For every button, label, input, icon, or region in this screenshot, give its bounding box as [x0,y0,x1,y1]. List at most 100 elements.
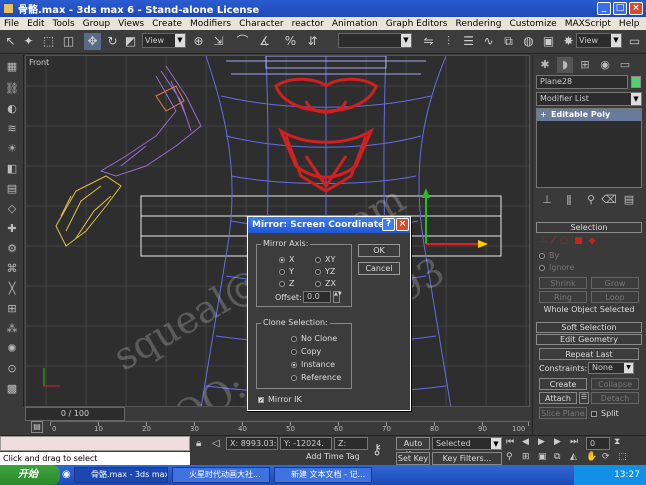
previous-frame-icon[interactable]: ◀ [522,437,529,447]
menu-file[interactable]: File [0,19,23,29]
grow-button[interactable]: Grow [591,277,639,289]
maxscript-listener[interactable] [0,436,190,451]
modifier-icon[interactable]: ⌘ [4,261,20,277]
next-frame-icon[interactable]: ▶ [554,437,561,447]
dialog-close-button[interactable]: × [396,218,409,231]
vertex-icon[interactable]: ∴ [541,236,547,248]
instance-radio[interactable]: Instance [291,360,335,369]
select-manipulate-icon[interactable]: ⇲ [210,33,227,50]
reactor-icon[interactable]: ⊙ [4,361,20,377]
auto-key-button[interactable]: Auto Key [396,437,430,459]
show-end-result-icon[interactable]: ǁ [561,192,577,208]
close-button[interactable]: × [629,2,643,15]
object-icon[interactable]: ▦ [4,59,20,75]
polygon-icon[interactable]: ■ [574,236,583,248]
spinner-snap-icon[interactable]: ⇵ [304,33,321,50]
loop-button[interactable]: Loop [591,291,639,303]
helper-icon[interactable]: ✚ [4,221,20,237]
window-crossing-icon[interactable]: ◫ [60,33,77,50]
current-frame-field[interactable]: 0 [586,437,610,450]
menu-group[interactable]: Group [79,19,114,29]
ok-button[interactable]: OK [358,244,400,257]
coord-y-field[interactable]: Y: -12024. [280,437,332,450]
add-time-tag[interactable]: Add Time Tag [306,452,360,461]
display-tab-icon[interactable]: ▭ [617,57,633,73]
arc-rotate-icon[interactable]: ⟳ [602,452,610,462]
menu-help[interactable]: Help [615,19,644,29]
menu-modifiers[interactable]: Modifiers [186,19,235,29]
material-editor-icon[interactable]: ◍ [520,33,537,50]
object-name-field[interactable]: Plane28 [536,75,628,89]
quick-render-icon[interactable]: ✸ [560,33,577,50]
mirror-ik-checkbox[interactable]: ✓ Mirror IK [258,395,302,404]
create-button[interactable]: Create [539,378,587,390]
edge-icon[interactable]: ⁄ [553,236,555,248]
viewport-label[interactable]: Front [29,58,49,67]
axis-z-radio[interactable]: Z [279,279,294,288]
field-of-view-icon[interactable]: ◭ [570,452,577,462]
play-icon[interactable]: ▶ [538,437,545,447]
link-icon[interactable]: ⛓ [4,81,20,97]
bone-icon[interactable]: ╳ [4,281,20,297]
plugin-icon[interactable]: ▩ [4,381,20,397]
help-button[interactable]: ? [382,218,395,231]
angle-snap-icon[interactable]: ∡ [256,33,273,50]
reference-coordinate-dropdown[interactable]: View ▼ [142,33,186,48]
axis-yz-radio[interactable]: YZ [315,267,335,276]
key-filters-button[interactable]: Key Filters... [432,452,502,465]
attach-button[interactable]: Attach [539,392,577,404]
select-rotate-icon[interactable]: ↻ [104,33,121,50]
lock-icon[interactable]: 🔒︎ [196,438,201,449]
configure-sets-icon[interactable]: ▤ [621,192,637,208]
zoom-extents-all-icon[interactable]: ⧉ [554,452,560,462]
task-browser[interactable]: 火星时代动画大社... [172,467,270,483]
by-vertex-checkbox[interactable]: By [539,251,559,260]
constraints-dropdown[interactable]: None ▼ [588,362,634,374]
zoom-extents-icon[interactable]: ▣ [538,452,547,462]
hierarchy-tab-icon[interactable]: ⊞ [577,57,593,73]
set-key-button[interactable]: Set Key [396,452,430,465]
select-arrow-icon[interactable]: ↖ [2,33,19,50]
motion-tab-icon[interactable]: ◉ [597,57,613,73]
maximize-button[interactable]: □ [613,2,627,15]
axis-xy-radio[interactable]: XY [315,255,335,264]
menu-tools[interactable]: Tools [49,19,79,29]
layer-manager-icon[interactable]: ☰ [460,33,477,50]
menu-animation[interactable]: Animation [328,19,382,29]
make-unique-icon[interactable]: ⚲ [583,192,599,208]
split-checkbox[interactable]: Split [591,409,619,418]
bind-space-warp-icon[interactable]: ≋ [4,121,20,137]
repeat-last-button[interactable]: Repeat Last [539,348,639,360]
maximize-viewport-icon[interactable]: ⬚ [618,452,627,462]
attach-list-icon[interactable]: ☰ [579,392,589,404]
mini-curve-icon[interactable]: ▤ [31,421,43,433]
unlink-icon[interactable]: ◐ [4,101,20,117]
stack-item-editable-poly[interactable]: Editable Poly [537,109,641,121]
percent-snap-icon[interactable]: % [282,33,299,50]
render-scene-icon[interactable]: ▣ [540,33,557,50]
time-slider[interactable]: 0 / 100 [25,407,125,421]
zoom-icon[interactable]: ⚲ [506,452,513,462]
render-last-icon[interactable]: ▭ [626,33,643,50]
menu-rendering[interactable]: Rendering [452,19,506,29]
rollout-edit-geometry[interactable]: Edit Geometry [536,334,642,345]
menu-maxscript[interactable]: MAXScript [561,19,615,29]
slice-plane-button[interactable]: Slice Plane [539,407,587,419]
ring-button[interactable]: Ring [539,291,587,303]
grid-icon[interactable]: ⊞ [4,301,20,317]
light-icon[interactable]: ☀ [4,141,20,157]
coord-z-field[interactable]: Z: -10841. [334,437,368,450]
axis-y-radio[interactable]: Y [279,267,294,276]
go-to-start-icon[interactable]: ⏮ [506,437,514,447]
particle-icon[interactable]: ⁂ [4,321,20,337]
go-to-end-icon[interactable]: ⏭ [570,437,578,447]
shape-icon[interactable]: ◇ [4,201,20,217]
offset-field[interactable]: 0.0 [303,291,331,303]
pivot-center-icon[interactable]: ⊕ [190,33,207,50]
coord-x-field[interactable]: X: 8993.03: [226,437,278,450]
select-region-icon[interactable]: ⬚ [40,33,57,50]
cancel-button[interactable]: Cancel [358,262,400,275]
task-notepad[interactable]: 新建 文本文档 - 记... [274,467,372,483]
pin-stack-icon[interactable]: ⊥ [539,192,555,208]
border-icon[interactable]: ◌ [560,236,568,248]
